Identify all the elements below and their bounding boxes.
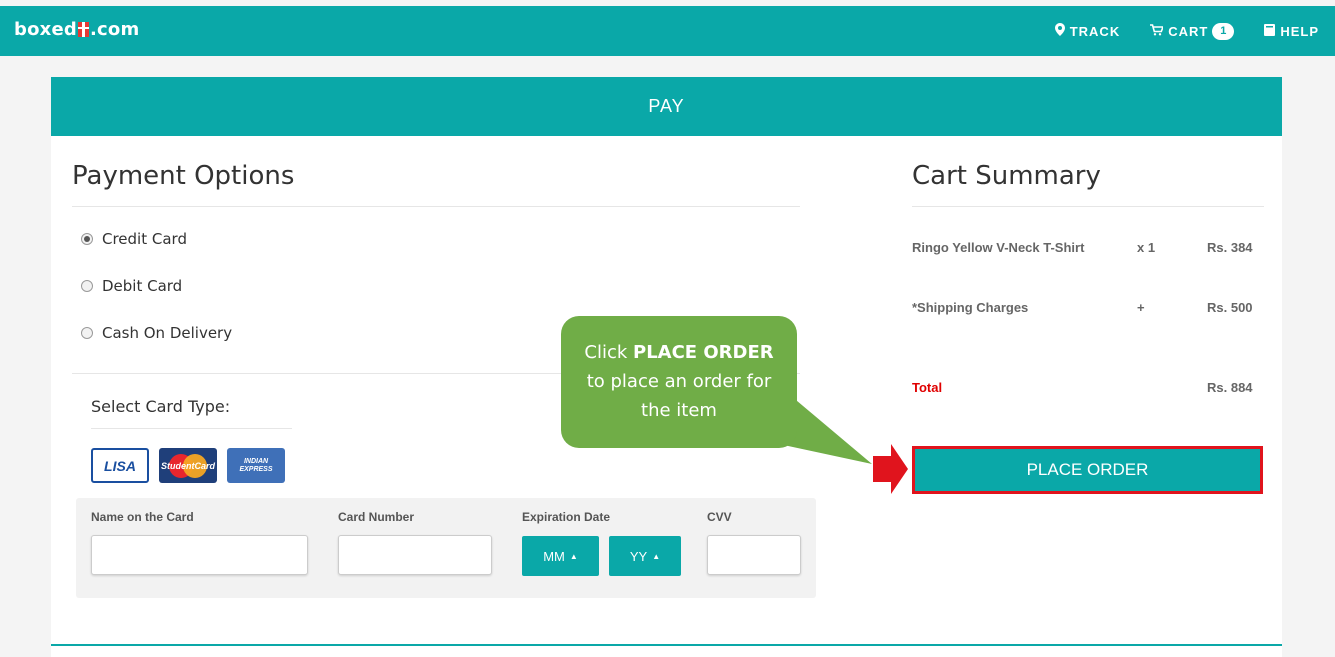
select-card-type-label: Select Card Type: <box>91 397 231 416</box>
cart-icon <box>1150 23 1165 39</box>
card-bottom-border <box>51 644 1282 646</box>
caret-up-icon: ▲ <box>569 551 578 561</box>
indian-express-logo-text: INDIAN EXPRESS <box>239 457 273 473</box>
card-number-input[interactable] <box>338 535 492 575</box>
callout-prefix: Click <box>584 342 633 363</box>
place-order-button[interactable]: PLACE ORDER <box>912 446 1263 494</box>
nav-cart[interactable]: CART 1 <box>1150 22 1235 40</box>
month-value: MM <box>543 548 565 564</box>
divider <box>72 206 800 207</box>
logo-text-left: boxed <box>14 19 77 40</box>
visa-logo-text: LISA <box>104 457 136 474</box>
card-details-form: Name on the Card Card Number Expiration … <box>76 498 816 598</box>
mastercard-logo[interactable]: StudentCard <box>159 448 217 483</box>
nav-help-label: HELP <box>1280 23 1319 39</box>
payment-options-title: Payment Options <box>72 161 295 191</box>
callout-bold: PLACE ORDER <box>633 342 774 363</box>
radio-label: Debit Card <box>102 277 183 295</box>
expiration-date-label: Expiration Date <box>522 510 611 524</box>
logo-text-right: .com <box>89 19 140 40</box>
caret-up-icon: ▲ <box>652 551 661 561</box>
callout-line2: to place an order for <box>586 371 772 392</box>
cart-summary-title: Cart Summary <box>912 161 1101 191</box>
map-pin-icon <box>1054 23 1065 39</box>
top-navbar: boxed .com TRACK CART 1 HELP <box>0 6 1335 56</box>
radio-button-checked[interactable] <box>81 233 93 245</box>
indian-express-logo[interactable]: INDIAN EXPRESS <box>227 448 285 483</box>
radio-button[interactable] <box>81 280 93 292</box>
divider <box>91 428 292 429</box>
card-number-label: Card Number <box>338 510 415 524</box>
item-name: Ringo Yellow V-Neck T-Shirt <box>912 240 1085 255</box>
site-logo[interactable]: boxed .com <box>14 19 139 40</box>
radio-debit-card[interactable]: Debit Card <box>81 277 182 295</box>
nav-track[interactable]: TRACK <box>1054 23 1121 39</box>
cart-count-badge: 1 <box>1212 22 1235 40</box>
item-price: Rs. 384 <box>1207 240 1253 255</box>
radio-label: Credit Card <box>102 230 187 248</box>
radio-cash-on-delivery[interactable]: Cash On Delivery <box>81 324 232 342</box>
month-dropdown[interactable]: MM ▲ <box>522 536 599 576</box>
shipping-label: *Shipping Charges <box>912 300 1029 315</box>
callout-line3: the item <box>641 400 717 421</box>
radio-label: Cash On Delivery <box>102 324 233 342</box>
year-dropdown[interactable]: YY ▲ <box>609 536 681 576</box>
name-on-card-label: Name on the Card <box>91 510 194 524</box>
nav-menu: TRACK CART 1 HELP <box>1054 6 1335 56</box>
cvv-label: CVV <box>707 510 732 524</box>
book-icon <box>1264 23 1276 39</box>
name-on-card-input[interactable] <box>91 535 308 575</box>
shipping-price: Rs. 500 <box>1207 300 1253 315</box>
radio-credit-card[interactable]: Credit Card <box>81 230 187 248</box>
nav-cart-label: CART <box>1168 23 1209 39</box>
callout-line1: Click PLACE ORDER <box>561 338 797 367</box>
instruction-callout: Click PLACE ORDER to place an order for … <box>561 316 797 448</box>
nav-help[interactable]: HELP <box>1264 23 1319 39</box>
shipping-sign: + <box>1137 300 1145 315</box>
cvv-input[interactable] <box>707 535 801 575</box>
mastercard-logo-text: StudentCard <box>161 460 215 471</box>
year-value: YY <box>629 548 648 564</box>
nav-track-label: TRACK <box>1069 23 1121 39</box>
card-type-logos: LISA StudentCard INDIAN EXPRESS <box>91 448 285 483</box>
page-header: PAY <box>51 77 1282 136</box>
item-quantity: x 1 <box>1137 240 1156 255</box>
total-price: Rs. 884 <box>1207 380 1253 395</box>
total-label: Total <box>912 380 943 395</box>
radio-button[interactable] <box>81 327 93 339</box>
gift-icon <box>77 22 89 37</box>
visa-card-logo[interactable]: LISA <box>91 448 149 483</box>
divider <box>912 206 1264 207</box>
